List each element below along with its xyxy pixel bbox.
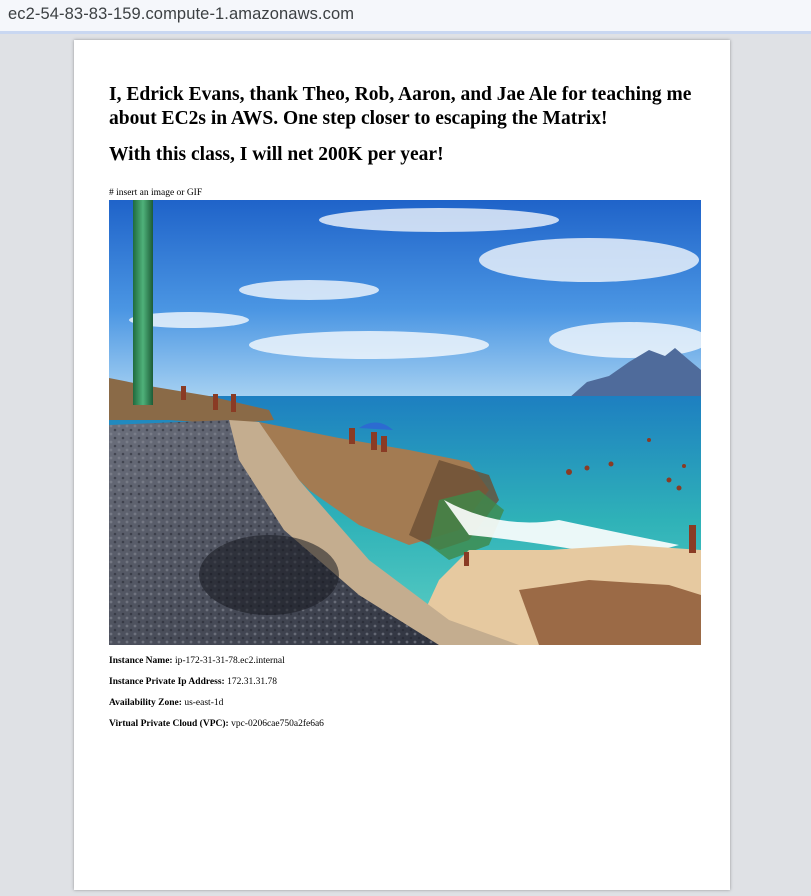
web-page: I, Edrick Evans, thank Theo, Rob, Aaron,… — [74, 40, 730, 890]
vpc-label: Virtual Private Cloud (VPC): — [109, 719, 229, 729]
thanks-heading: I, Edrick Evans, thank Theo, Rob, Aaron,… — [109, 84, 692, 129]
instance-name-line: Instance Name: ip-172-31-31-78.ec2.inter… — [109, 656, 285, 666]
private-ip-value: 172.31.31.78 — [227, 677, 277, 687]
url-text[interactable]: ec2-54-83-83-159.compute-1.amazonaws.com — [8, 5, 354, 24]
pole — [133, 200, 153, 405]
image-caption: # insert an image or GIF — [109, 188, 203, 198]
private-ip-line: Instance Private Ip Address: 172.31.31.7… — [109, 677, 277, 687]
availability-zone-value: us-east-1d — [184, 698, 224, 708]
vpc-line: Virtual Private Cloud (VPC): vpc-0206cae… — [109, 719, 324, 729]
availability-zone-label: Availability Zone: — [109, 698, 182, 708]
instance-name-label: Instance Name: — [109, 656, 173, 666]
availability-zone-line: Availability Zone: us-east-1d — [109, 698, 223, 708]
vpc-value: vpc-0206cae750a2fe6a6 — [231, 719, 324, 729]
private-ip-label: Instance Private Ip Address: — [109, 677, 225, 687]
instance-name-value: ip-172-31-31-78.ec2.internal — [174, 656, 285, 666]
address-bar[interactable]: ec2-54-83-83-159.compute-1.amazonaws.com — [0, 0, 811, 34]
bottom-rock — [519, 580, 701, 645]
beach-photo — [109, 200, 701, 645]
goal-heading: With this class, I will net 200K per yea… — [109, 144, 444, 165]
